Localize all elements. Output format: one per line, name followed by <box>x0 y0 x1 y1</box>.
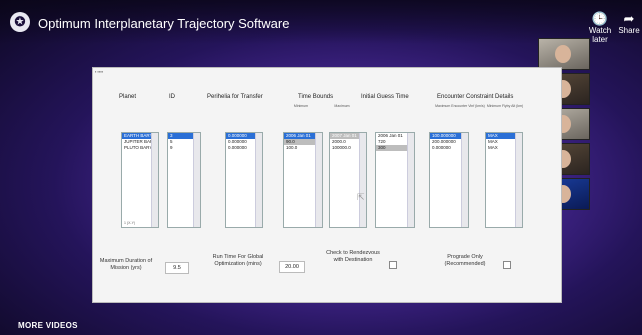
watch-later-label: Watch later <box>588 26 612 44</box>
initial-guess-listbox[interactable]: 2006 Jan 01 720 300 <box>375 132 415 228</box>
channel-logo-icon[interactable]: ✪ <box>10 12 30 32</box>
list-item[interactable]: 0.000000 <box>226 145 256 151</box>
video-title[interactable]: Optimum Interplanetary Trajectory Softwa… <box>38 16 289 31</box>
planet-list-footer: 1 (X-Y) <box>124 221 136 225</box>
rendezvous-label: Check to Rendezvous with Destination <box>326 250 380 263</box>
share-button[interactable]: ➦ Share <box>618 11 640 36</box>
rendezvous-checkbox[interactable] <box>389 261 397 269</box>
subheader-max-vinf: Maximum Encounter Vinf (km/s) <box>435 104 485 108</box>
perihelia-scrollbar[interactable] <box>255 133 262 227</box>
planet-listbox[interactable]: EARTH BARY JUPITER BAR PLUTO BARY 1 (X-Y) <box>121 132 159 228</box>
share-arrow-icon: ➦ <box>623 11 635 26</box>
id-scrollbar[interactable] <box>193 133 200 227</box>
time-min-scrollbar[interactable] <box>315 133 322 227</box>
header-initial-guess: Initial Guess Time <box>361 94 409 100</box>
encounter-vinf-listbox[interactable]: 100.000000 200.000000 0.000000 <box>429 132 469 228</box>
run-time-input[interactable]: 20.00 <box>279 261 305 273</box>
app-window-title-icon: ▪ ▪▪▪▪ <box>95 69 104 74</box>
prograde-label: Prograde Only (Recommended) <box>444 254 486 267</box>
header-time-bounds: Time Bounds <box>298 94 334 100</box>
header-id: ID <box>169 94 175 100</box>
encounter-vinf-scrollbar[interactable] <box>461 133 468 227</box>
subheader-min-flyby-alt: Minimum Flyby Alt (km) <box>486 104 524 108</box>
subheader-minimum: Minimum <box>293 104 309 108</box>
encounter-alt-listbox[interactable]: MAX MAX MAX <box>485 132 523 228</box>
more-videos-button[interactable]: MORE VIDEOS <box>18 321 78 330</box>
share-label: Share <box>618 26 640 35</box>
time-max-listbox[interactable]: 2007 Jan 01 2000.0 100000.0 <box>329 132 367 228</box>
list-item[interactable]: PLUTO BARY <box>122 145 152 151</box>
list-item[interactable]: 100.0 <box>284 145 316 151</box>
list-item[interactable]: 9 <box>168 145 194 151</box>
time-min-listbox[interactable]: 2006 Jan 01 90.0 100.0 <box>283 132 323 228</box>
prograde-checkbox[interactable] <box>503 261 511 269</box>
planet-scrollbar[interactable] <box>151 133 158 227</box>
participant-video-1 <box>538 38 590 70</box>
list-item[interactable]: MAX <box>486 145 516 151</box>
clock-icon: 🕒 <box>591 11 609 26</box>
id-listbox[interactable]: 359 <box>167 132 201 228</box>
initial-guess-scrollbar[interactable] <box>407 133 414 227</box>
perihelia-listbox[interactable]: 0.000000 0.000000 0.000000 <box>225 132 263 228</box>
header-perihelia: Perihelia for Transfer <box>207 94 263 100</box>
encounter-alt-scrollbar[interactable] <box>515 133 522 227</box>
app-window: ▪ ▪▪▪▪ Planet ID Perihelia for Transfer … <box>92 67 562 303</box>
header-planet: Planet <box>119 94 137 100</box>
list-item[interactable]: 0.000000 <box>430 145 462 151</box>
mouse-cursor-icon: ⇱ <box>357 192 365 202</box>
subheader-maximum: Maximum <box>334 104 350 108</box>
max-duration-input[interactable]: 9.5 <box>165 262 189 274</box>
list-item[interactable]: 100000.0 <box>330 145 360 151</box>
time-max-scrollbar[interactable] <box>359 133 366 227</box>
list-item[interactable]: 300 <box>376 145 408 151</box>
header-encounter: Encounter Constraint Details <box>437 94 514 100</box>
max-duration-label: Maximum Duration of Mission (yrs) <box>99 258 153 271</box>
run-time-label: Run Time For Global Optimization (mins) <box>212 254 264 267</box>
